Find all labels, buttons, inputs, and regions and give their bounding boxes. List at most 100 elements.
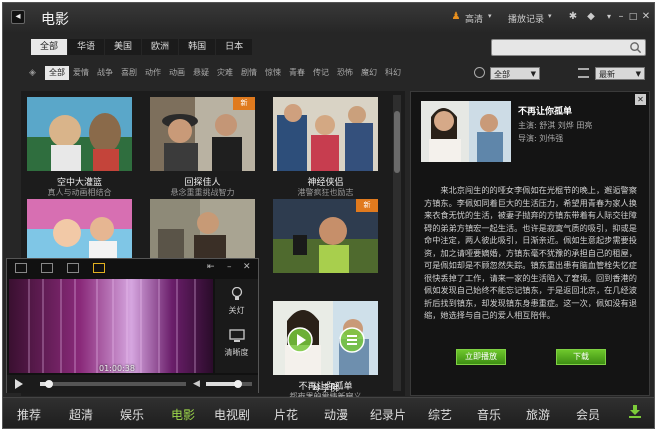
nav-item-anime[interactable]: 动漫	[324, 406, 348, 423]
video-frame[interactable]	[9, 279, 213, 373]
nav-item-recommend[interactable]: 推荐	[17, 406, 41, 423]
genre-item[interactable]: 灾难	[213, 66, 237, 80]
chevron-down-icon: ▼	[530, 70, 536, 78]
time-filter-value: 全部	[494, 70, 510, 79]
quality-chevron-icon[interactable]: ▾	[488, 12, 492, 20]
new-badge: 新	[233, 97, 255, 110]
lights-off-button[interactable]: 关灯	[215, 305, 258, 316]
volume-slider[interactable]	[206, 380, 252, 388]
progress-handle[interactable]	[44, 380, 53, 388]
movie-subtitle: 悬念重重挑战智力	[170, 188, 235, 197]
quality-selector[interactable]: 高清	[465, 12, 483, 25]
genre-filter: 全部 爱情 战争 喜剧 动作 动画 悬疑 灾难 剧情 惊悚 青春 传记 恐怖 魔…	[45, 66, 405, 80]
nav-item-music[interactable]: 音乐	[477, 406, 501, 423]
play-now-button[interactable]: 立即播放	[456, 349, 506, 365]
region-tab-usa[interactable]: 美国	[105, 39, 143, 55]
genre-item[interactable]: 动画	[165, 66, 189, 80]
volume-icon[interactable]: ◀	[193, 379, 200, 389]
back-icon[interactable]: ◂	[11, 10, 25, 24]
nav-item-travel[interactable]: 旅游	[526, 406, 550, 423]
grid-scrollbar[interactable]	[393, 95, 401, 391]
nav-item-movies[interactable]: 电影	[171, 406, 195, 423]
nav-item-tv[interactable]: 电视剧	[214, 406, 250, 423]
search-icon[interactable]	[629, 41, 642, 54]
genre-item[interactable]: 喜剧	[117, 66, 141, 80]
player-minimize-icon[interactable]: –	[227, 262, 232, 272]
play-icon[interactable]	[287, 327, 313, 353]
region-tab-japan[interactable]: 日本	[216, 39, 254, 55]
movie-poster	[421, 101, 511, 162]
region-tab-korea[interactable]: 韩国	[179, 39, 217, 55]
region-tabs: 全部 华语 美国 欧洲 韩国 日本	[31, 39, 254, 55]
progress-bar[interactable]	[40, 380, 186, 388]
info-icon[interactable]	[339, 327, 365, 353]
app-window: ◂ 电影 ♟ 高清 ▾ 播放记录 ▾ ✱ ◆ ▾ – □ ✕ 全部 华语 美国 …	[2, 2, 655, 429]
popout-icon[interactable]	[67, 263, 79, 273]
genre-item[interactable]: 恐怖	[333, 66, 357, 80]
movie-thumbnail[interactable]	[273, 97, 378, 171]
genre-item[interactable]: 动作	[141, 66, 165, 80]
pin-icon[interactable]: ⇤	[207, 262, 215, 272]
download-icon[interactable]	[628, 404, 642, 418]
genre-item[interactable]: 青春	[285, 66, 309, 80]
clock-icon	[474, 67, 485, 78]
nav-item-documentary[interactable]: 纪录片	[370, 406, 406, 423]
detail-cast: 主演: 舒淇 刘烨 田亮	[518, 121, 593, 130]
tag-icon: ◈	[29, 68, 36, 78]
genre-item[interactable]: 魔幻	[357, 66, 381, 80]
movie-thumbnail[interactable]: 新	[273, 199, 378, 273]
movie-subtitle: 港警疯狂也励志	[297, 188, 354, 197]
genre-item[interactable]: 爱情	[69, 66, 93, 80]
nav-item-variety[interactable]: 综艺	[428, 406, 452, 423]
bulb-icon[interactable]	[229, 287, 245, 301]
region-tab-chinese[interactable]: 华语	[68, 39, 106, 55]
clarity-button[interactable]: 清晰度	[215, 347, 258, 358]
player-side-panel: 关灯 清晰度	[215, 279, 258, 373]
title-bar: ◂ 电影 ♟ 高清 ▾ 播放记录 ▾ ✱ ◆ ▾ – □ ✕	[3, 3, 654, 33]
close-icon[interactable]: ✕	[635, 94, 646, 105]
genre-all[interactable]: 全部	[45, 66, 69, 80]
player-controls: ◀	[7, 375, 258, 393]
search-input[interactable]	[491, 39, 646, 56]
player-close-icon[interactable]: ✕	[243, 262, 251, 272]
nav-item-entertainment[interactable]: 娱乐	[120, 406, 144, 423]
maximize-icon[interactable]: □	[626, 10, 640, 24]
history-button[interactable]: 播放记录	[508, 12, 544, 25]
movie-thumbnail[interactable]	[273, 301, 378, 375]
genre-item[interactable]: 悬疑	[189, 66, 213, 80]
close-icon[interactable]: ✕	[639, 10, 653, 24]
movie-thumbnail[interactable]: 新	[150, 97, 255, 171]
detail-title: 不再让你孤单	[518, 107, 573, 117]
movie-thumbnail[interactable]	[27, 97, 132, 171]
monitor-icon[interactable]	[229, 329, 245, 343]
user-icon[interactable]: ♟	[449, 10, 463, 24]
region-tab-all[interactable]: 全部	[31, 39, 69, 55]
playback-time: 01:00:38	[99, 364, 135, 373]
chevron-down-icon: ▼	[635, 70, 641, 78]
scrollbar-thumb[interactable]	[394, 111, 400, 173]
new-badge: 新	[356, 199, 378, 212]
gear-icon[interactable]: ✱	[566, 10, 580, 24]
play-icon[interactable]	[15, 379, 23, 389]
download-button[interactable]: 下载	[556, 349, 606, 365]
screenshot-icon[interactable]	[41, 263, 53, 273]
region-tab-europe[interactable]: 欧洲	[142, 39, 180, 55]
nav-item-vip[interactable]: 会员	[576, 406, 600, 423]
movie-detail-panel: ✕ 不再让你孤单 主演: 舒淇 刘烨 田亮 导演: 刘伟强 来北京闯生的的哑女李…	[410, 91, 650, 396]
skin-icon[interactable]: ◆	[584, 10, 598, 24]
genre-item[interactable]: 传记	[309, 66, 333, 80]
genre-item[interactable]: 科幻	[381, 66, 405, 80]
time-filter-select[interactable]: 全部 ▼	[490, 67, 540, 80]
sort-select[interactable]: 最新 ▼	[595, 67, 645, 80]
volume-handle[interactable]	[234, 380, 243, 388]
genre-item[interactable]: 战争	[93, 66, 117, 80]
subtitle-icon[interactable]	[93, 263, 105, 273]
detail-description: 来北京闯生的的哑女李佩如在光棍节的晚上，邂逅警察方镇东。李佩如同着巨大的生活压力…	[424, 185, 637, 320]
bottom-nav: 推荐 超清 娱乐 电影 电视剧 片花 动漫 纪录片 综艺 音乐 旅游 会员	[3, 397, 654, 428]
fullscreen-icon[interactable]	[15, 263, 27, 273]
genre-item[interactable]: 惊悚	[261, 66, 285, 80]
genre-item[interactable]: 剧情	[237, 66, 261, 80]
nav-item-hd[interactable]: 超清	[69, 406, 93, 423]
nav-item-clips[interactable]: 片花	[274, 406, 298, 423]
history-chevron-icon[interactable]: ▾	[548, 12, 552, 20]
